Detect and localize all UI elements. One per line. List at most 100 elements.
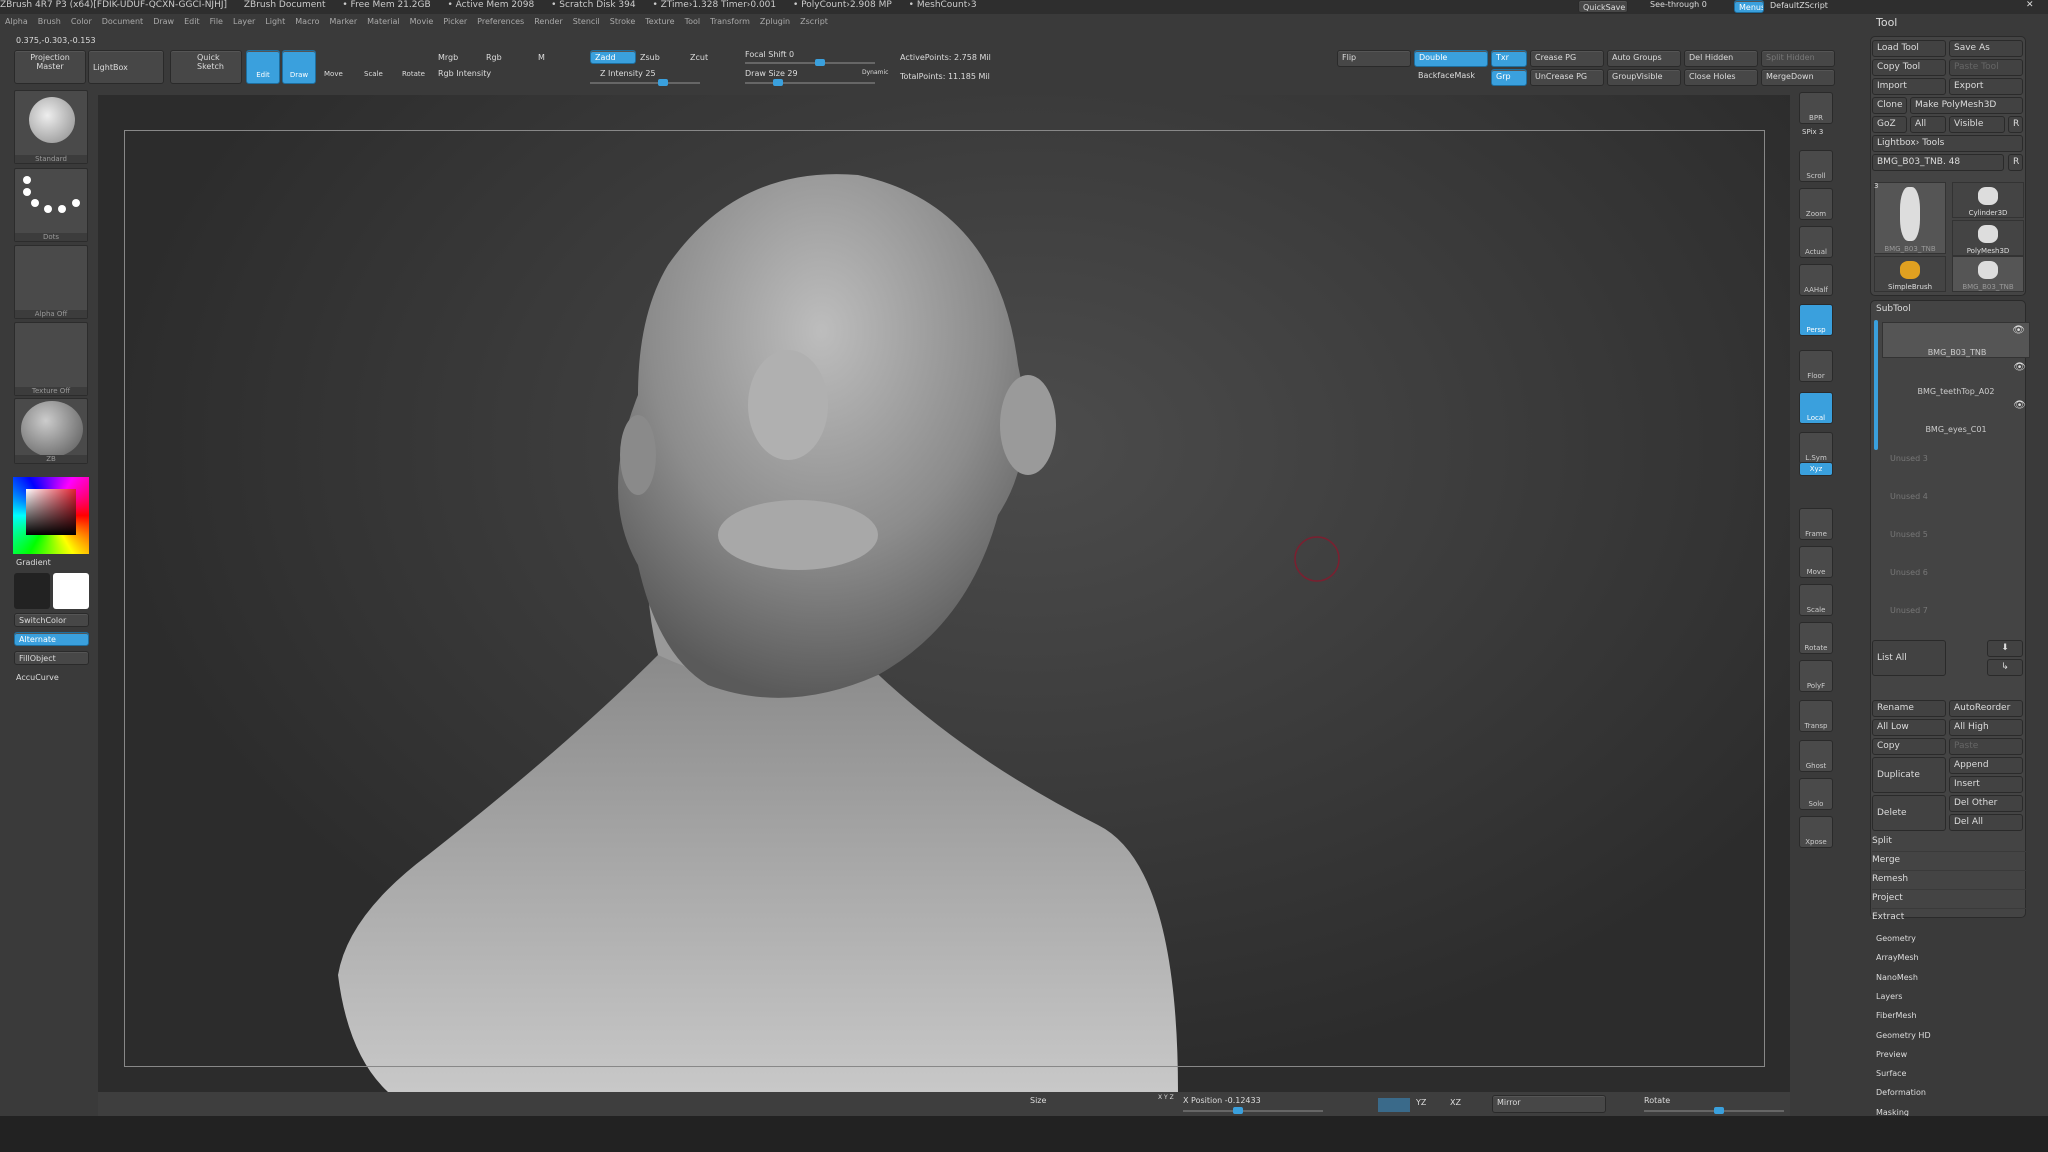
subtool-scrollbar[interactable] <box>1874 320 1878 450</box>
crease-pg-button[interactable]: Crease PG <box>1530 50 1604 67</box>
uncrease-pg-button[interactable]: UnCrease PG <box>1530 69 1604 86</box>
menu-zplugin[interactable]: Zplugin <box>760 17 790 26</box>
eye-icon[interactable]: 👁 <box>2012 325 2025 336</box>
eye-icon[interactable]: 👁 <box>2013 400 2026 411</box>
tool-zoom-button[interactable]: Zoom <box>1799 188 1833 220</box>
focal-shift-slider[interactable] <box>745 59 875 66</box>
draw-size-slider[interactable] <box>745 79 875 86</box>
dynamic-toggle[interactable]: Dynamic <box>862 69 888 76</box>
export-button[interactable]: Export <box>1949 78 2023 95</box>
section-geometry-hd[interactable]: Geometry HD <box>1876 1031 1931 1040</box>
grp-button[interactable]: Grp <box>1491 69 1527 86</box>
stroke-thumbnail[interactable]: Dots <box>14 168 88 242</box>
zcut-button[interactable]: Zcut <box>690 53 708 62</box>
subtool-unused-slot[interactable]: Unused 4 <box>1890 492 1928 501</box>
menu-render[interactable]: Render <box>534 17 562 26</box>
del-other-button[interactable]: Del Other <box>1949 795 2023 812</box>
alpha-thumbnail[interactable]: Alpha Off <box>14 245 88 319</box>
tool-scroll-button[interactable]: Scroll <box>1799 150 1833 182</box>
menu-color[interactable]: Color <box>71 17 92 26</box>
section-geometry[interactable]: Geometry <box>1876 934 1916 943</box>
section-nanomesh[interactable]: NanoMesh <box>1876 973 1918 982</box>
move-to-bottom-icon[interactable]: ↳ <box>1987 659 2023 676</box>
menu-light[interactable]: Light <box>265 17 285 26</box>
tool-thumbnail[interactable]: BMG_B03_TNB <box>1952 256 2024 292</box>
menu-zscript[interactable]: Zscript <box>800 17 828 26</box>
tool-polyf-button[interactable]: PolyF <box>1799 660 1833 692</box>
quicksave-button[interactable]: QuickSave <box>1578 0 1628 13</box>
tool-xpose-button[interactable]: Xpose <box>1799 816 1833 848</box>
rotate-slider-track[interactable] <box>1644 1107 1784 1114</box>
texture-thumbnail[interactable]: Texture Off <box>14 322 88 396</box>
draw-button[interactable]: Draw <box>282 50 316 84</box>
menu-layer[interactable]: Layer <box>233 17 255 26</box>
backface-button[interactable]: BackfaceMask <box>1414 69 1488 86</box>
section-fibermesh[interactable]: FiberMesh <box>1876 1011 1917 1020</box>
tool-aahalf-button[interactable]: AAHalf <box>1799 264 1833 296</box>
tool-floor-button[interactable]: Floor <box>1799 350 1833 382</box>
menus-button[interactable]: Menus <box>1734 0 1764 13</box>
material-thumbnail[interactable]: ZB <box>14 398 88 464</box>
section-layers[interactable]: Layers <box>1876 992 1902 1001</box>
tool-thumbnail[interactable]: Cylinder3D <box>1952 182 2024 218</box>
mirror-button[interactable]: Mirror <box>1492 1095 1606 1113</box>
menu-material[interactable]: Material <box>367 17 400 26</box>
menu-alpha[interactable]: Alpha <box>5 17 28 26</box>
paste-tool-button[interactable]: Paste Tool <box>1949 59 2023 76</box>
group-visible-button[interactable]: GroupVisible <box>1607 69 1681 86</box>
zadd-button[interactable]: Zadd <box>590 50 636 64</box>
tool-bpr-button[interactable]: BPR <box>1799 92 1833 124</box>
main-color-swatch[interactable] <box>14 573 50 609</box>
section-preview[interactable]: Preview <box>1876 1050 1907 1059</box>
tool-scale-button[interactable]: Scale <box>1799 584 1833 616</box>
subtool-item[interactable]: BMG_B03_TNB 👁 <box>1882 322 2030 358</box>
fillobject-button[interactable]: FillObject <box>14 651 89 665</box>
zsub-button[interactable]: Zsub <box>640 53 660 62</box>
default-zscript[interactable]: DefaultZScript <box>1770 1 1828 10</box>
menu-transform[interactable]: Transform <box>710 17 750 26</box>
copy-tool-button[interactable]: Copy Tool <box>1872 59 1946 76</box>
tool-xyz-button[interactable]: Xyz <box>1799 462 1833 476</box>
subtool-item[interactable]: BMG_teethTop_A02 👁 <box>1882 360 2030 396</box>
goz-button[interactable]: GoZ <box>1872 116 1907 133</box>
subtool-item[interactable]: BMG_eyes_C01 👁 <box>1882 398 2030 434</box>
rotate-button[interactable]: Rotate <box>402 70 425 78</box>
switchcolor-button[interactable]: SwitchColor <box>14 613 89 627</box>
mrgb-button[interactable]: Mrgb <box>438 53 458 62</box>
clone-button[interactable]: Clone <box>1872 97 1907 114</box>
edit-button[interactable]: Edit <box>246 50 280 84</box>
position-slider[interactable]: X Position -0.12433 <box>1183 1096 1261 1105</box>
del-all-button[interactable]: Del All <box>1949 814 2023 831</box>
section-surface[interactable]: Surface <box>1876 1069 1906 1078</box>
gradient-toggle[interactable]: Gradient <box>16 558 51 567</box>
tool-ghost-button[interactable]: Ghost <box>1799 740 1833 772</box>
z-intensity-slider[interactable] <box>590 79 700 86</box>
menu-macro[interactable]: Macro <box>295 17 319 26</box>
projection-master-button[interactable]: Projection Master <box>14 50 86 84</box>
tool-lsym-button[interactable]: L.Sym <box>1799 432 1833 464</box>
split-button[interactable]: Split <box>1872 833 2032 852</box>
menu-brush[interactable]: Brush <box>38 17 61 26</box>
tool-solo-button[interactable]: Solo <box>1799 778 1833 810</box>
menu-tool[interactable]: Tool <box>685 17 701 26</box>
paste-button[interactable]: Paste <box>1949 738 2023 755</box>
insert-button[interactable]: Insert <box>1949 776 2023 793</box>
quick-sketch-button[interactable]: Quick Sketch <box>170 50 242 84</box>
current-tool-r-button[interactable]: R <box>2008 154 2023 171</box>
merge-button[interactable]: Merge <box>1872 852 2032 871</box>
subtool-unused-slot[interactable]: Unused 6 <box>1890 568 1928 577</box>
x-axis-toggle[interactable] <box>1378 1098 1410 1112</box>
see-through-slider[interactable]: See-through 0 <box>1650 0 1707 9</box>
all-button[interactable]: All <box>1910 116 1946 133</box>
extract-button[interactable]: Extract <box>1872 909 2032 928</box>
tool-actual-button[interactable]: Actual <box>1799 226 1833 258</box>
menu-file[interactable]: File <box>210 17 223 26</box>
spix-setting[interactable]: SPix 3 <box>1802 128 1823 136</box>
load-tool-button[interactable]: Load Tool <box>1872 40 1946 57</box>
remesh-button[interactable]: Remesh <box>1872 871 2032 890</box>
move-button[interactable]: Move <box>324 70 343 78</box>
menu-marker[interactable]: Marker <box>329 17 357 26</box>
list-all-button[interactable]: List All <box>1872 640 1946 676</box>
section-deformation[interactable]: Deformation <box>1876 1088 1926 1097</box>
visible-button[interactable]: Visible <box>1949 116 2005 133</box>
